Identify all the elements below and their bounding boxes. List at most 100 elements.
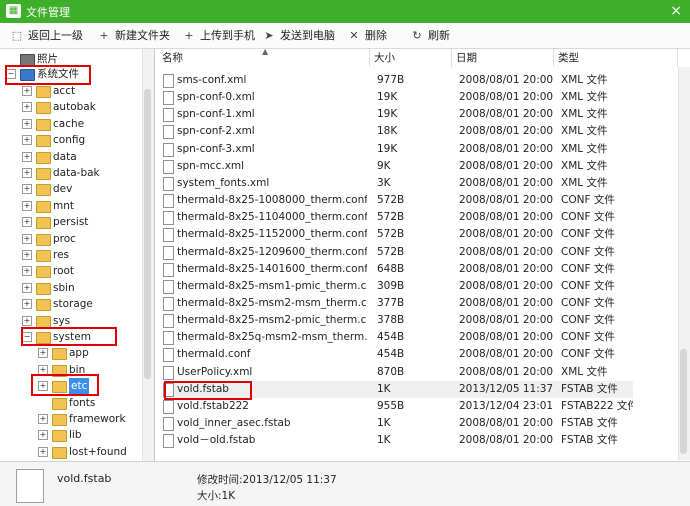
toolbar-button-0[interactable]: ⬚ 返回上一级	[10, 27, 83, 44]
tree-item-fonts[interactable]: fonts	[0, 395, 140, 411]
file-row[interactable]: vold_inner_asec.fstab 1K 2008/08/01 20:00 F…	[163, 415, 633, 432]
tree-item-lost-found[interactable]: + lost+found	[0, 444, 140, 460]
close-icon[interactable]: ×	[670, 2, 682, 20]
file-name: thermald-8x25-1104000_therm.conf	[177, 211, 367, 223]
file-row[interactable]: thermald-8x25-1152000_therm.conf 572B 2008…	[163, 226, 633, 243]
expand-icon[interactable]: +	[22, 135, 32, 145]
file-name: spn-mcc.xml	[177, 160, 245, 172]
file-type: CONF 文件	[561, 280, 615, 292]
file-row[interactable]: sms-conf.xml 977B 2008/08/01 20:00 XML 文件	[163, 72, 633, 89]
expand-icon[interactable]: +	[38, 414, 48, 424]
file-row[interactable]: spn-conf-2.xml 18K 2008/08/01 20:00 XML 文件	[163, 123, 633, 140]
file-row[interactable]: thermald-8x25-1104000_therm.conf 572B 2008…	[163, 209, 633, 226]
tree-item-proc[interactable]: + proc	[0, 231, 140, 247]
back-icon: ⬚	[11, 29, 23, 42]
file-row[interactable]: spn-mcc.xml 9K 2008/08/01 20:00 XML 文件	[163, 158, 633, 175]
tree-item-data-bak[interactable]: + data-bak	[0, 165, 140, 181]
column-header-name[interactable]: 名称 ▲	[158, 47, 370, 67]
tree-label: lost+found	[69, 446, 127, 458]
expand-icon[interactable]: +	[22, 152, 32, 162]
tree-item-dev[interactable]: + dev	[0, 181, 140, 197]
toolbar-button-4[interactable]: ✕ 删除	[347, 27, 387, 44]
folder-icon	[36, 234, 51, 246]
file-row[interactable]: thermald-8x25-1008000_therm.conf 572B 2008…	[163, 192, 633, 209]
file-row[interactable]: spn-conf-0.xml 19K 2008/08/01 20:00 XML 文件	[163, 89, 633, 106]
file-size: 9K	[377, 160, 391, 172]
file-list-scrollbar-thumb[interactable]	[680, 349, 687, 454]
column-header-type[interactable]: 类型	[554, 49, 678, 67]
folder-icon	[36, 135, 51, 147]
tree-item-persist[interactable]: + persist	[0, 214, 140, 230]
file-row[interactable]: thermald-8x25-1401600_therm.conf 648B 2008…	[163, 261, 633, 278]
tree-item-acct[interactable]: + acct	[0, 83, 140, 99]
file-icon	[163, 125, 174, 139]
tree-item-autobak[interactable]: + autobak	[0, 99, 140, 115]
expand-icon[interactable]: +	[22, 299, 32, 309]
column-size-label: 大小	[374, 52, 395, 64]
file-row[interactable]: thermald-8x25-msm1-pmic_therm.conf 309B 20…	[163, 278, 633, 295]
file-row[interactable]: system_fonts.xml 3K 2008/08/01 20:00 XML 文件	[163, 175, 633, 192]
tree-scrollbar-thumb[interactable]	[144, 89, 151, 379]
expand-icon[interactable]: +	[22, 266, 32, 276]
file-row[interactable]: vold－old.fstab 1K 2008/08/01 20:00 FSTAB 文件	[163, 432, 633, 449]
expand-icon[interactable]: +	[38, 348, 48, 358]
expand-icon[interactable]: +	[38, 447, 48, 457]
column-header-size[interactable]: 大小	[370, 49, 452, 67]
file-row[interactable]: thermald-8x25-1209600_therm.conf 572B 2008…	[163, 244, 633, 261]
tree-item-lib[interactable]: + lib	[0, 427, 140, 443]
file-row[interactable]: spn-conf-3.xml 19K 2008/08/01 20:00 XML 文件	[163, 141, 633, 158]
plus-icon: +	[184, 29, 194, 42]
file-row[interactable]: UserPolicy.xml 870B 2008/08/01 20:00 XML 文件	[163, 364, 633, 381]
file-size: 572B	[377, 228, 405, 240]
tree-label: acct	[53, 85, 76, 97]
file-type: CONF 文件	[561, 228, 615, 240]
toolbar-button-2[interactable]: + 上传到手机	[182, 27, 255, 44]
tree-item-res[interactable]: + res	[0, 247, 140, 263]
tree-item-root[interactable]: + root	[0, 263, 140, 279]
expand-icon[interactable]: +	[22, 250, 32, 260]
folder-icon	[52, 348, 67, 360]
tree-item-framework[interactable]: + framework	[0, 411, 140, 427]
expand-icon[interactable]: +	[22, 316, 32, 326]
expand-icon[interactable]: +	[22, 168, 32, 178]
file-name: sms-conf.xml	[177, 74, 247, 86]
toolbar-button-label: 返回上一级	[28, 29, 83, 42]
file-row[interactable]: thermald-8x25-msm2-msm_therm.conf 377B 200…	[163, 295, 633, 312]
file-date: 2008/08/01 20:00	[459, 434, 554, 446]
file-row[interactable]: spn-conf-1.xml 19K 2008/08/01 20:00 XML 文件	[163, 106, 633, 123]
tree-item-config[interactable]: + config	[0, 132, 140, 148]
toolbar-button-5[interactable]: ↻ 刷新	[410, 27, 450, 44]
toolbar: ⬚ 返回上一级 + 新建文件夹 + 上传到手机 ➤ 发送到电脑 ✕ 删除 ↻ 刷新	[0, 23, 690, 49]
expand-icon[interactable]: +	[22, 217, 32, 227]
tree-item-storage[interactable]: + storage	[0, 296, 140, 312]
tree-item-sbin[interactable]: + sbin	[0, 280, 140, 296]
expand-icon[interactable]: +	[22, 283, 32, 293]
tree-item-cache[interactable]: + cache	[0, 116, 140, 132]
toolbar-button-1[interactable]: + 新建文件夹	[97, 27, 170, 44]
file-date: 2008/08/01 20:00	[459, 314, 554, 326]
file-type: XML 文件	[561, 177, 608, 189]
folder-icon	[36, 201, 51, 213]
expand-icon[interactable]: +	[22, 201, 32, 211]
column-header-date[interactable]: 日期	[452, 49, 554, 67]
column-date-label: 日期	[456, 52, 477, 64]
tree-item-mnt[interactable]: + mnt	[0, 198, 140, 214]
file-row[interactable]: vold.fstab222 955B 2013/12/04 23:01 FSTAB22…	[163, 398, 633, 415]
toolbar-button-3[interactable]: ➤ 发送到电脑	[262, 27, 335, 44]
file-date: 2008/08/01 20:00	[459, 417, 554, 429]
file-row[interactable]: thermald-8x25q-msm2-msm_therm.conf 454B 20…	[163, 329, 633, 346]
expand-icon[interactable]: +	[22, 86, 32, 96]
file-row[interactable]: thermald.conf 454B 2008/08/01 20:00 CONF 文件	[163, 346, 633, 363]
expand-icon[interactable]: +	[22, 119, 32, 129]
file-type: CONF 文件	[561, 246, 615, 258]
tree-label: fonts	[69, 397, 96, 409]
expand-icon[interactable]: +	[22, 234, 32, 244]
expand-icon[interactable]: +	[38, 430, 48, 440]
tree-item-app[interactable]: + app	[0, 345, 140, 361]
tree-item-data[interactable]: + data	[0, 149, 140, 165]
expand-icon[interactable]: +	[22, 102, 32, 112]
file-row[interactable]: thermald-8x25-msm2-pmic_therm.conf 378B 20…	[163, 312, 633, 329]
file-type: FSTAB 文件	[561, 434, 618, 446]
status-size: 大小:1K	[197, 490, 236, 502]
expand-icon[interactable]: +	[22, 184, 32, 194]
